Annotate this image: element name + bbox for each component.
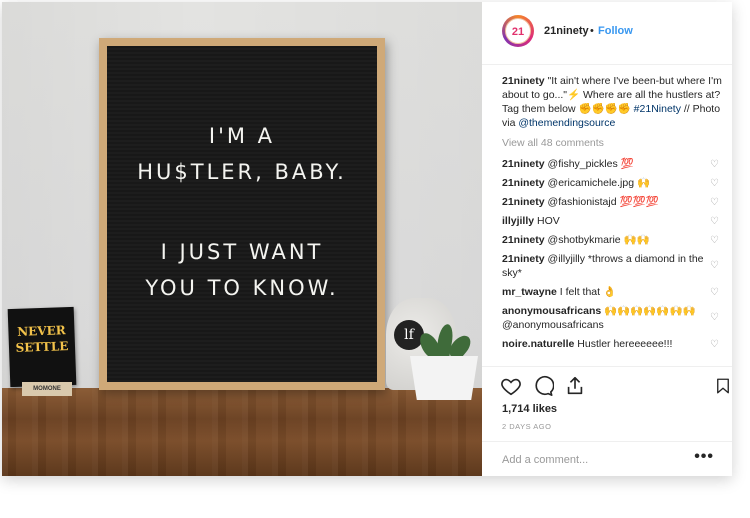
comment-row: illyjilly HOV ♡ xyxy=(502,214,728,228)
board-line-2: HU$TLER, BABY. xyxy=(137,160,347,184)
comment-username[interactable]: mr_twayne xyxy=(502,286,557,298)
comment-bubble-icon[interactable] xyxy=(532,375,554,397)
heart-icon[interactable]: ♡ xyxy=(710,177,722,189)
hashtag-link[interactable]: #21Ninety xyxy=(634,103,681,115)
add-comment-input[interactable]: Add a comment... xyxy=(502,454,588,466)
comment-username[interactable]: 21ninety xyxy=(502,196,545,208)
post-date: 2 DAYS AGO xyxy=(502,422,552,431)
comment-text: @ericamichele.jpg 🙌 xyxy=(547,177,651,189)
comment-username[interactable]: 21ninety xyxy=(502,234,545,246)
bookmark-icon[interactable] xyxy=(714,375,732,397)
heart-icon[interactable]: ♡ xyxy=(710,259,722,271)
comment-row: 21ninety @fishy_pickles 💯 ♡ xyxy=(502,157,728,171)
comment-row: 21ninety @illyjilly *throws a diamond in… xyxy=(502,252,728,280)
view-all-comments-link[interactable]: View all 48 comments xyxy=(502,136,728,150)
comments-list[interactable]: 21ninety "It ain't where I've been-but w… xyxy=(502,74,728,366)
comment-username[interactable]: illyjilly xyxy=(502,215,534,227)
post-actions: 1,714 likes 2 DAYS AGO Add a comment... … xyxy=(482,366,732,476)
heart-icon[interactable]: ♡ xyxy=(710,158,722,170)
comment-row: noire.naturelle Hustler hereeeeee!!! ♡ xyxy=(502,337,728,351)
bag-logo: lf xyxy=(394,320,424,350)
heart-icon[interactable]: ♡ xyxy=(710,286,722,298)
comment-row: anonymousafricans 🙌🙌🙌🙌🙌🙌🙌 @anonymousafri… xyxy=(502,304,728,332)
comment-username[interactable]: 21ninety xyxy=(502,253,545,265)
post-header: 21 21ninety • Follow xyxy=(482,2,732,65)
share-icon[interactable] xyxy=(564,375,586,397)
board-line-1: I'M A xyxy=(208,124,276,148)
card-stand: MOMONE xyxy=(22,382,72,396)
username-link[interactable]: 21ninety xyxy=(544,25,589,37)
comment-text: @fishy_pickles 💯 xyxy=(547,158,634,170)
comment-row: 21ninety @shotbykmarie 🙌🙌 ♡ xyxy=(502,233,728,247)
board-line-4: YOU TO KNOW. xyxy=(145,276,339,300)
heart-icon[interactable]: ♡ xyxy=(710,311,722,323)
comment-text: Hustler hereeeeee!!! xyxy=(577,338,673,350)
comment-text: @fashionistajd 💯💯💯 xyxy=(547,196,659,208)
plant-pot xyxy=(410,356,478,400)
instagram-post-card: I'M A HU$TLER, BABY. I JUST WANT YOU TO … xyxy=(2,2,732,476)
post-sidebar: 21 21ninety • Follow 21ninety "It ain't … xyxy=(482,2,732,476)
comment-text: @shotbykmarie 🙌🙌 xyxy=(547,234,650,246)
board-line-3: I JUST WANT xyxy=(160,240,324,264)
comment-text: I felt that 👌 xyxy=(559,286,617,298)
caption: 21ninety "It ain't where I've been-but w… xyxy=(502,75,722,129)
avatar[interactable]: 21 xyxy=(502,15,534,47)
comment-row: 21ninety @fashionistajd 💯💯💯 ♡ xyxy=(502,195,728,209)
separator-dot: • xyxy=(590,25,594,37)
caption-username[interactable]: 21ninety xyxy=(502,75,545,87)
comment-username[interactable]: anonymousafricans xyxy=(502,305,601,317)
follow-button[interactable]: Follow xyxy=(598,25,633,37)
heart-icon[interactable]: ♡ xyxy=(710,338,722,350)
heart-icon[interactable]: ♡ xyxy=(710,234,722,246)
likes-count[interactable]: 1,714 likes xyxy=(502,403,557,415)
mention-link[interactable]: @themendingsource xyxy=(518,117,615,129)
heart-icon[interactable]: ♡ xyxy=(710,215,722,227)
letter-board: I'M A HU$TLER, BABY. I JUST WANT YOU TO … xyxy=(99,38,385,390)
add-comment-bar: Add a comment... ••• xyxy=(482,441,732,476)
comment-username[interactable]: 21ninety xyxy=(502,158,545,170)
never-settle-card: NEVER SETTLE xyxy=(7,306,77,388)
comment-row: 21ninety @ericamichele.jpg 🙌 ♡ xyxy=(502,176,728,190)
comment-username[interactable]: noire.naturelle xyxy=(502,338,574,350)
comment-text: HOV xyxy=(537,215,560,227)
like-heart-icon[interactable] xyxy=(500,375,522,397)
more-options-icon[interactable]: ••• xyxy=(694,448,714,466)
heart-icon[interactable]: ♡ xyxy=(710,196,722,208)
comment-username[interactable]: 21ninety xyxy=(502,177,545,189)
comment-row: mr_twayne I felt that 👌 ♡ xyxy=(502,285,728,299)
post-photo[interactable]: I'M A HU$TLER, BABY. I JUST WANT YOU TO … xyxy=(2,2,482,476)
